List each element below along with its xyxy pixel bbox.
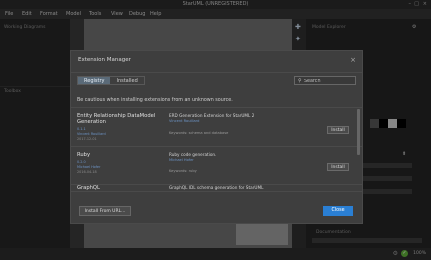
install-from-url-button[interactable]: Install From URL... xyxy=(79,206,131,216)
extension-version: 0.1.1 xyxy=(77,127,86,131)
extension-homepage-link[interactable]: Michael Hofer xyxy=(169,158,194,162)
extension-list[interactable]: Entity Relationship DataModel Generation… xyxy=(71,109,362,191)
dialog-title: Extension Manager xyxy=(78,57,131,63)
search-input[interactable] xyxy=(304,78,354,84)
dialog-header: Extension Manager × xyxy=(71,51,362,73)
extension-keywords: Keywords: schema and database xyxy=(169,131,229,135)
extension-author[interactable]: Michael Hofer xyxy=(77,165,100,169)
tab-installed[interactable]: Installed xyxy=(110,77,143,84)
extension-author[interactable]: Vincent Rouillard xyxy=(77,132,106,136)
close-icon[interactable]: × xyxy=(350,56,356,64)
list-item: Entity Relationship DataModel Generation… xyxy=(71,109,362,147)
extension-homepage-link[interactable]: Vincent Rouillard xyxy=(169,119,199,123)
extension-description: GraphQL IDL schema generation for StarUM… xyxy=(169,185,264,190)
divider xyxy=(71,107,362,108)
extension-date: 2017-12-01 xyxy=(77,137,97,141)
extension-date: 2016-04-18 xyxy=(77,170,97,174)
warning-text: Be cautious when installing extensions f… xyxy=(77,98,233,103)
extension-keywords: Keywords: ruby xyxy=(169,169,197,173)
close-button[interactable]: Close xyxy=(323,206,353,216)
list-item: Ruby 0.2.0 Michael Hofer 2016-04-18 Ruby… xyxy=(71,147,362,185)
dialog-footer: Install From URL... Close xyxy=(71,191,362,224)
install-button[interactable]: Install xyxy=(327,126,349,134)
search-box[interactable]: ⚲ xyxy=(294,76,356,85)
scrollbar-thumb[interactable] xyxy=(357,109,360,155)
extension-description: Ruby code generation. xyxy=(169,152,217,157)
extension-name[interactable]: Entity Relationship DataModel Generation xyxy=(77,113,165,125)
extension-name[interactable]: Ruby xyxy=(77,152,90,158)
tab-bar: Registry Installed xyxy=(77,76,145,85)
extension-description: ERD Generation Extension for StarUML 2 xyxy=(169,113,255,118)
extension-version: 0.2.0 xyxy=(77,160,86,164)
search-icon: ⚲ xyxy=(298,78,302,84)
scrollbar[interactable] xyxy=(357,109,360,191)
install-button[interactable]: Install xyxy=(327,163,349,171)
extension-manager-dialog: Extension Manager × Registry Installed ⚲… xyxy=(70,50,363,224)
tab-registry[interactable]: Registry xyxy=(78,77,111,84)
